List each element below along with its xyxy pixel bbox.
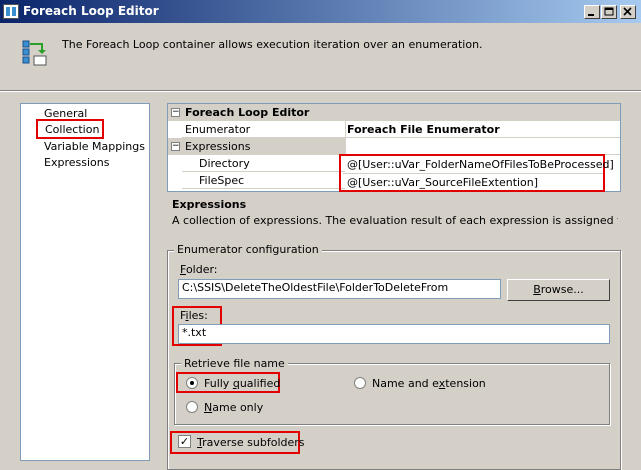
- directory-label: Directory: [199, 157, 250, 170]
- files-input[interactable]: *.txt: [178, 324, 610, 344]
- grid-section-header[interactable]: − Foreach Loop Editor: [168, 104, 620, 121]
- files-label: Files:: [180, 309, 208, 322]
- expressions-row-label[interactable]: − Expressions: [168, 138, 345, 155]
- browse-button[interactable]: Browse...: [507, 279, 610, 301]
- grid-section-title: Foreach Loop Editor: [185, 106, 310, 119]
- retrieve-file-name-label: Retrieve file name: [181, 357, 288, 370]
- header-description: The Foreach Loop container allows execut…: [62, 38, 483, 51]
- directory-value[interactable]: @[User::uVar_FolderNameOfFilesToBeProces…: [347, 158, 614, 171]
- maximize-icon: [604, 7, 614, 16]
- name-only-label[interactable]: Name only: [204, 401, 263, 414]
- fully-qualified-radio[interactable]: [186, 377, 198, 389]
- filespec-label: FileSpec: [199, 174, 245, 187]
- enumerator-label: Enumerator: [185, 123, 251, 136]
- minimize-icon: [588, 14, 594, 16]
- filespec-value[interactable]: @[User::uVar_SourceFileExtention]: [347, 176, 538, 189]
- header-divider-highlight: [0, 91, 641, 92]
- foreach-loop-icon: [20, 38, 50, 68]
- nav-item-collection-label: Collection: [45, 123, 100, 136]
- header-area: [0, 23, 641, 93]
- minimize-button[interactable]: [584, 5, 600, 19]
- traverse-subfolders-checkbox[interactable]: ✓: [178, 435, 191, 448]
- name-and-extension-label[interactable]: Name and extension: [372, 377, 486, 390]
- folder-label: Folder:: [180, 263, 218, 276]
- window-title: Foreach Loop Editor: [23, 4, 159, 18]
- name-only-radio[interactable]: [186, 401, 198, 413]
- radio-selected-dot: [190, 381, 194, 385]
- collapse-icon[interactable]: −: [171, 108, 180, 117]
- enumerator-value: Foreach File Enumerator: [347, 123, 500, 136]
- folder-input[interactable]: C:\SSIS\DeleteTheOldestFile\FolderToDele…: [178, 279, 501, 299]
- expressions-label: Expressions: [185, 140, 251, 153]
- value-row-divider: [343, 173, 603, 174]
- maximize-button[interactable]: [601, 5, 617, 19]
- browse-button-label: Browse...: [533, 283, 584, 296]
- nav-item-expressions[interactable]: Expressions: [44, 156, 109, 169]
- description-text: A collection of expressions. The evaluat…: [172, 214, 618, 227]
- close-button[interactable]: [620, 5, 636, 19]
- filespec-row-label[interactable]: FileSpec: [182, 172, 345, 189]
- fully-qualified-label[interactable]: Fully qualified: [204, 377, 280, 390]
- enumerator-configuration-label: Enumerator configuration: [174, 243, 322, 256]
- traverse-subfolders-label[interactable]: Traverse subfolders: [197, 436, 305, 449]
- property-description-pane: Expressions A collection of expressions.…: [167, 194, 621, 234]
- enumerator-row-label[interactable]: Enumerator: [182, 121, 345, 138]
- nav-item-variable-mappings[interactable]: Variable Mappings: [44, 140, 145, 153]
- nav-item-collection[interactable]: Collection: [36, 119, 104, 139]
- expressions-row-value[interactable]: [345, 138, 620, 155]
- app-icon: [3, 4, 19, 19]
- directory-row-label[interactable]: Directory: [182, 155, 345, 172]
- name-and-extension-radio[interactable]: [354, 377, 366, 389]
- collapse-expressions-icon[interactable]: −: [171, 142, 180, 151]
- enumerator-row-value[interactable]: Foreach File Enumerator: [345, 121, 620, 138]
- close-icon: [623, 7, 632, 16]
- description-title: Expressions: [172, 198, 247, 211]
